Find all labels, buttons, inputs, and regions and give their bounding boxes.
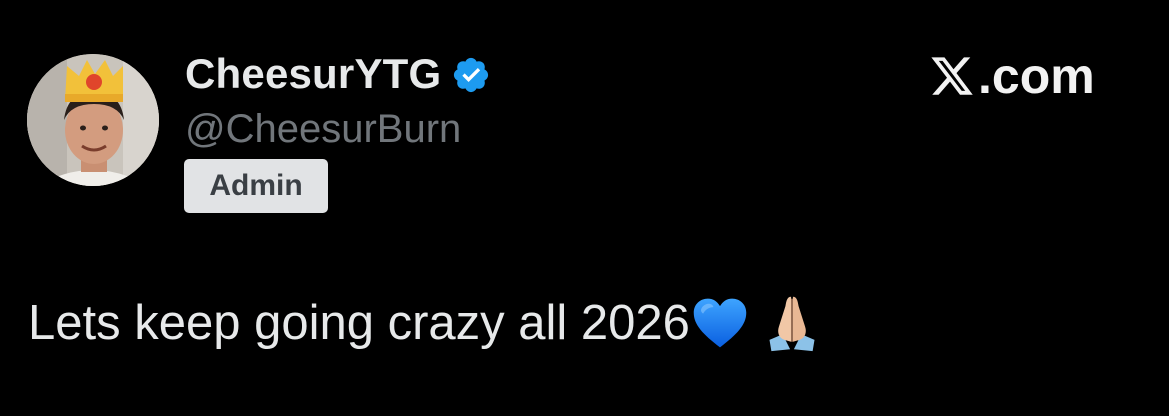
verified-badge-icon (451, 55, 491, 95)
tweet-body: Lets keep going crazy all 2026 (28, 296, 690, 350)
user-handle[interactable]: @CheesurBurn (185, 106, 461, 152)
brand-watermark: .com (928, 46, 1095, 106)
display-name[interactable]: CheesurYTG (185, 50, 491, 98)
avatar-photo (27, 54, 159, 186)
folded-hands-icon (762, 293, 822, 353)
role-badge: Admin (184, 159, 328, 213)
blue-heart-icon (690, 293, 750, 353)
brand-domain-text: .com (978, 48, 1095, 104)
display-name-text[interactable]: CheesurYTG (185, 50, 441, 98)
tweet-text: Lets keep going crazy all 2026 (28, 291, 822, 355)
avatar[interactable] (27, 54, 159, 186)
x-logo-icon (928, 53, 976, 99)
